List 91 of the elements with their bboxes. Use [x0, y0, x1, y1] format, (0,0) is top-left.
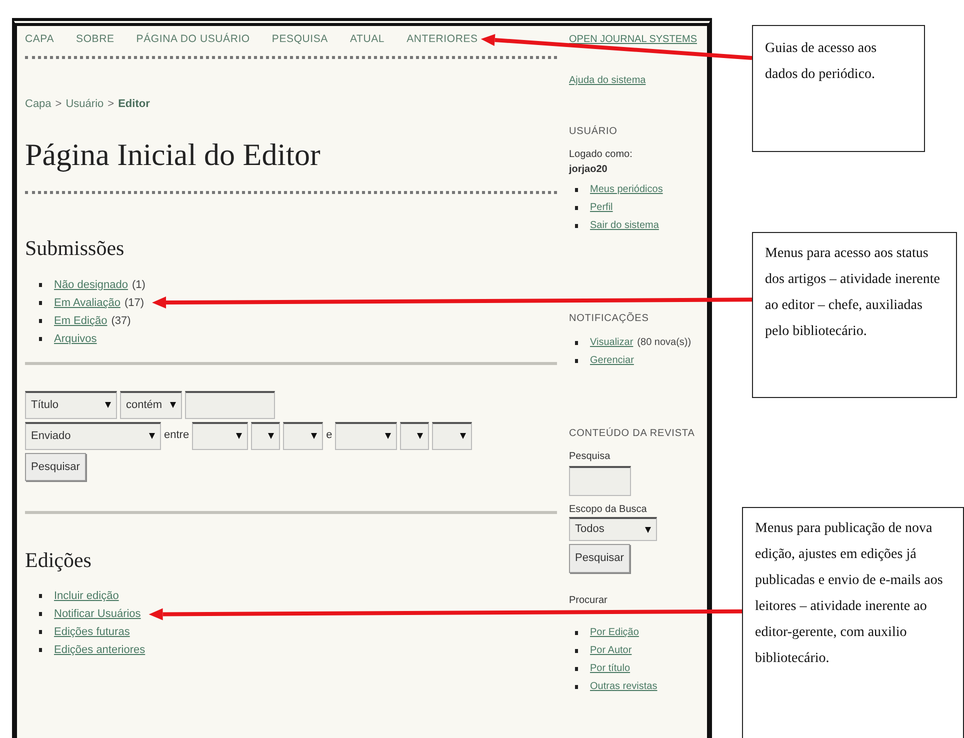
- edition-link[interactable]: Incluir edição: [54, 587, 119, 606]
- annotation-box: Menus para publicação de nova edição, ajustes em edições já publicadas e envio de e-mails aos leitores – atividade inerente ao editor-gerente, com auxilio bibliotecário.: [742, 507, 964, 738]
- caret-icon: [417, 433, 424, 440]
- section-heading: Submissões: [25, 236, 126, 262]
- bullet-icon: [575, 666, 578, 670]
- caret-icon: [170, 402, 176, 408]
- bullet-icon: [575, 341, 578, 345]
- search-field[interactable]: [569, 466, 631, 496]
- annotation-box: Menus para acesso aos status dos artigos – atividade inerente ao editor – chefe, auxiliadas pelo bibliotecário.: [752, 232, 957, 398]
- sidebar-heading: Procurar: [569, 594, 608, 608]
- bullet-icon: [575, 648, 578, 652]
- bullet-icon: [39, 648, 42, 652]
- field-label: Pesquisa: [569, 450, 612, 464]
- text-field[interactable]: [185, 390, 275, 419]
- bullet-icon: [575, 630, 578, 634]
- user-link[interactable]: Perfil: [590, 199, 613, 217]
- browse-link[interactable]: Por Edição: [590, 624, 639, 642]
- submission-link[interactable]: Arquivos: [54, 330, 97, 348]
- bullet-icon: [575, 684, 578, 688]
- notification-link[interactable]: Visualizar: [590, 334, 634, 352]
- breadcrumb-current: Editor: [118, 96, 150, 112]
- user-link[interactable]: Sair do sistema: [590, 217, 659, 235]
- dropdown[interactable]: [335, 422, 398, 450]
- caret-icon: [236, 433, 242, 440]
- dropdown[interactable]: [400, 422, 430, 450]
- bullet-icon: [39, 282, 42, 287]
- nav-link[interactable]: PESQUISA: [272, 32, 328, 48]
- help-link[interactable]: Ajuda do sistema: [569, 75, 646, 86]
- nav-link[interactable]: CAPA: [25, 32, 54, 48]
- dropdown[interactable]: Enviado: [25, 422, 161, 450]
- caret-icon: [385, 433, 392, 440]
- caret-icon: [268, 433, 274, 440]
- bullet-icon: [575, 188, 578, 192]
- bullet-icon: [575, 224, 578, 228]
- submission-link[interactable]: Não designado: [54, 276, 128, 294]
- caret-icon: [105, 402, 111, 408]
- breadcrumb-link[interactable]: Usuário: [66, 96, 104, 112]
- scope-dropdown[interactable]: Todos: [569, 517, 657, 541]
- sidebar-heading: USUÁRIO: [569, 124, 618, 139]
- annotation-box: Guias de acesso aos dados do periódico.: [752, 25, 925, 152]
- brand-link[interactable]: OPEN JOURNAL SYSTEMS: [569, 34, 697, 45]
- caret-icon: [149, 433, 155, 440]
- user-link[interactable]: Meus periódicos: [590, 181, 663, 199]
- logged-label: Logado como:: [569, 148, 634, 162]
- caret-icon: [311, 433, 318, 440]
- page-title: Página Inicial do Editor: [25, 136, 557, 194]
- nav-link[interactable]: SOBRE: [76, 32, 114, 48]
- dropdown[interactable]: [432, 422, 472, 450]
- dropdown[interactable]: contém: [120, 390, 182, 419]
- breadcrumb-separator: >: [55, 96, 62, 112]
- field-label: entre: [164, 428, 190, 444]
- dropdown[interactable]: [251, 422, 280, 450]
- bullet-icon: [39, 594, 42, 598]
- breadcrumb-link[interactable]: Capa: [25, 96, 52, 112]
- browse-link[interactable]: Por título: [590, 660, 630, 678]
- username: jorjao20: [569, 163, 608, 177]
- section-heading: Edições: [25, 548, 92, 574]
- edition-link[interactable]: Edições futuras: [54, 623, 130, 642]
- sidebar-heading: NOTIFICAÇÕES: [569, 311, 650, 326]
- browse-link[interactable]: Por Autor: [590, 642, 632, 660]
- breadcrumb-separator: >: [108, 96, 114, 112]
- dropdown[interactable]: [283, 422, 324, 450]
- browse-link[interactable]: Outras revistas: [590, 678, 658, 696]
- bullet-icon: [39, 336, 42, 341]
- field-label: Escopo da Busca: [569, 503, 648, 517]
- dropdown[interactable]: [192, 422, 248, 450]
- nav-link[interactable]: ATUAL: [350, 32, 385, 48]
- submission-link[interactable]: Em Avaliação: [54, 294, 120, 312]
- caret-icon: [645, 526, 651, 532]
- item-count: (1): [132, 278, 146, 293]
- bullet-icon: [39, 300, 42, 305]
- dropdown[interactable]: Título: [25, 390, 117, 419]
- bullet-icon: [575, 359, 578, 363]
- notification-count: (80 nova(s)): [637, 336, 692, 350]
- caret-icon: [460, 433, 466, 440]
- bullet-icon: [39, 318, 42, 323]
- bullet-icon: [575, 206, 578, 210]
- item-count: (37): [111, 314, 131, 329]
- submission-link[interactable]: Em Edição: [54, 312, 108, 330]
- bullet-icon: [39, 630, 42, 634]
- edition-link[interactable]: Edições anteriores: [54, 641, 146, 660]
- search-button[interactable]: Pesquisar: [25, 452, 86, 482]
- sidebar-heading: CONTEÚDO DA REVISTA: [569, 426, 696, 441]
- nav-link[interactable]: ANTERIORES: [406, 32, 478, 48]
- search-button[interactable]: Pesquisar: [569, 544, 630, 572]
- item-count: (17): [124, 296, 144, 311]
- notification-link[interactable]: Gerenciar: [590, 352, 634, 370]
- field-label: e: [326, 428, 332, 444]
- bullet-icon: [39, 612, 42, 616]
- nav-link[interactable]: PÁGINA DO USUÁRIO: [136, 32, 250, 48]
- edition-link[interactable]: Notificar Usuários: [54, 605, 141, 624]
